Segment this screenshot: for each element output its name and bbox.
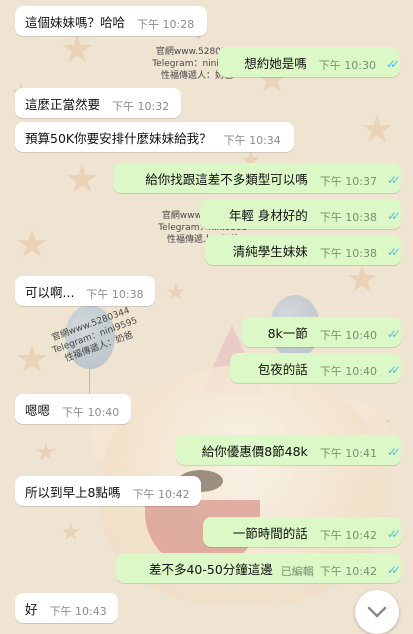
star-decoration: ★ bbox=[60, 518, 82, 546]
incoming-message[interactable]: 這個妹妹嗎？哈哈 下午 10:28 bbox=[15, 6, 207, 36]
double-check-icon: ✓✓ bbox=[386, 209, 401, 223]
message-time: 下午 10:38 bbox=[86, 288, 144, 301]
outgoing-message[interactable]: 清純學生妹妹 下午 10:38 ✓✓ bbox=[205, 235, 401, 265]
message-text: 好 bbox=[25, 601, 38, 617]
outgoing-message[interactable]: 差不多40-50分鐘這邊 已編輯 下午 10:42 ✓✓ bbox=[116, 553, 401, 583]
double-check-icon: ✓✓ bbox=[385, 57, 400, 71]
message-time: 下午 10:37 bbox=[319, 175, 377, 188]
message-text: 可以啊... bbox=[25, 284, 75, 300]
star-decoration: ★ bbox=[345, 257, 380, 301]
message-time: 下午 10:42 bbox=[319, 529, 377, 542]
message-text: 想約她是嗎 bbox=[244, 55, 307, 71]
outgoing-message[interactable]: 一節時間的話 下午 10:42 ✓✓ bbox=[203, 517, 401, 547]
message-time: 下午 10:38 bbox=[319, 247, 377, 260]
message-text: 包夜的話 bbox=[257, 361, 308, 377]
star-decoration: ★ bbox=[360, 107, 395, 151]
incoming-message[interactable]: 可以啊... 下午 10:38 bbox=[15, 276, 155, 306]
star-decoration: ★ bbox=[165, 278, 187, 306]
double-check-icon: ✓✓ bbox=[386, 327, 401, 341]
message-text: 一節時間的話 bbox=[232, 525, 308, 541]
message-text: 預算50K你要安排什麼妹妹給我？ bbox=[25, 130, 212, 146]
message-time: 下午 10:28 bbox=[137, 18, 195, 31]
outgoing-message[interactable]: 包夜的話 下午 10:40 ✓✓ bbox=[230, 353, 401, 383]
message-text: 這麼正當然要 bbox=[25, 96, 101, 112]
double-check-icon: ✓✓ bbox=[386, 527, 401, 541]
message-text: 給你找跟這差不多類型可以嗎 bbox=[145, 171, 308, 187]
outgoing-message[interactable]: 給你找跟這差不多類型可以嗎 下午 10:37 ✓✓ bbox=[113, 163, 401, 193]
scroll-to-bottom-button[interactable] bbox=[355, 590, 399, 634]
message-text: 清純學生妹妹 bbox=[232, 243, 308, 259]
message-text: 嗯嗯 bbox=[25, 402, 51, 418]
incoming-message[interactable]: 好 下午 10:43 bbox=[15, 593, 118, 623]
incoming-message[interactable]: 預算50K你要安排什麼妹妹給我？ 下午 10:34 bbox=[15, 122, 294, 152]
message-time: 下午 10:41 bbox=[319, 447, 377, 460]
outgoing-message[interactable]: 8k一節 下午 10:40 ✓✓ bbox=[242, 317, 401, 347]
message-time: 下午 10:38 bbox=[319, 211, 377, 224]
outgoing-message[interactable]: 想約她是嗎 下午 10:30 ✓✓ bbox=[218, 47, 400, 77]
incoming-message[interactable]: 嗯嗯 下午 10:40 bbox=[15, 394, 131, 424]
message-time: 下午 10:32 bbox=[112, 100, 170, 113]
outgoing-message[interactable]: 年輕 身材好的 下午 10:38 ✓✓ bbox=[200, 199, 401, 229]
message-time: 下午 10:42 bbox=[319, 565, 377, 578]
message-time: 下午 10:34 bbox=[223, 134, 281, 147]
message-text: 給你優惠價8節48k bbox=[201, 443, 308, 459]
message-text: 年輕 身材好的 bbox=[228, 207, 308, 223]
star-decoration: ★ bbox=[35, 438, 57, 466]
message-text: 差不多40-50分鐘這邊 bbox=[148, 561, 273, 577]
message-time: 下午 10:30 bbox=[318, 59, 376, 72]
double-check-icon: ✓✓ bbox=[386, 363, 401, 377]
star-decoration: ★ bbox=[65, 157, 100, 201]
edited-label: 已編輯 bbox=[280, 565, 314, 578]
message-text: 這個妹妹嗎？哈哈 bbox=[25, 14, 126, 30]
star-decoration: ★ bbox=[15, 222, 50, 266]
double-check-icon: ✓✓ bbox=[386, 445, 401, 459]
double-check-icon: ✓✓ bbox=[386, 173, 401, 187]
double-check-icon: ✓✓ bbox=[386, 563, 401, 577]
message-time: 下午 10:42 bbox=[132, 488, 190, 501]
chevron-down-icon bbox=[367, 606, 387, 618]
double-check-icon: ✓✓ bbox=[386, 245, 401, 259]
outgoing-message[interactable]: 給你優惠價8節48k 下午 10:41 ✓✓ bbox=[176, 435, 401, 465]
message-time: 下午 10:40 bbox=[319, 365, 377, 378]
message-time: 下午 10:43 bbox=[49, 605, 107, 618]
message-time: 下午 10:40 bbox=[319, 329, 377, 342]
message-text: 所以到早上8點嗎 bbox=[25, 484, 121, 500]
message-text: 8k一節 bbox=[267, 325, 308, 341]
incoming-message[interactable]: 所以到早上8點嗎 下午 10:42 bbox=[15, 476, 201, 506]
incoming-message[interactable]: 這麼正當然要 下午 10:32 bbox=[15, 88, 181, 118]
message-time: 下午 10:40 bbox=[62, 406, 120, 419]
